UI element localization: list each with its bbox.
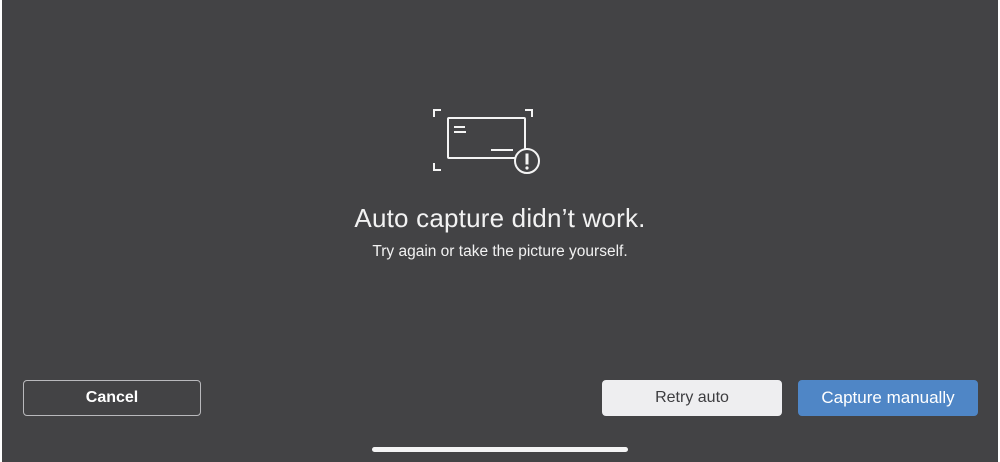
- error-title: Auto capture didn’t work.: [354, 203, 646, 233]
- retry-auto-button[interactable]: Retry auto: [602, 380, 782, 416]
- capture-manually-button[interactable]: Capture manually: [798, 380, 978, 416]
- cancel-button[interactable]: Cancel: [23, 380, 201, 416]
- home-indicator[interactable]: [372, 447, 628, 452]
- capture-error-screen: Auto capture didn’t work. Try again or t…: [2, 0, 998, 462]
- check-capture-warning-icon: [433, 109, 540, 174]
- error-subtitle: Try again or take the picture yourself.: [372, 243, 628, 260]
